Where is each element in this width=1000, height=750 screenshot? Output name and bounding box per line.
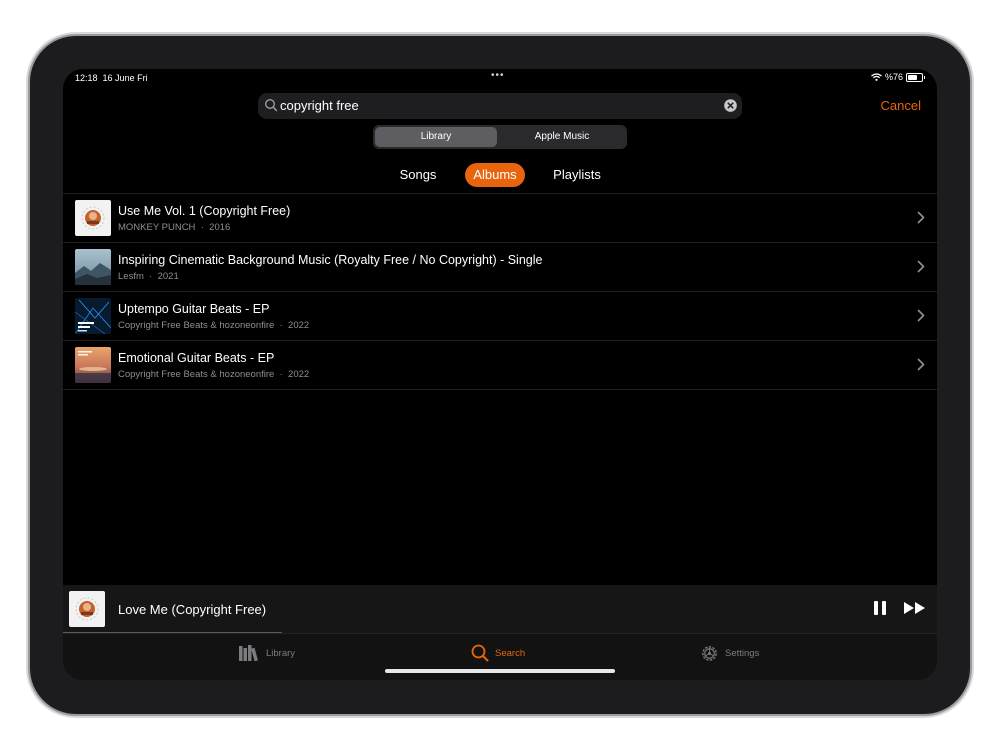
search-icon (471, 644, 489, 662)
tab-bar-library[interactable]: Library (238, 644, 295, 662)
cancel-button[interactable]: Cancel (881, 98, 921, 113)
album-art (75, 298, 111, 334)
screen: 12:18 16 June Fri ••• %76 copyright free… (63, 69, 937, 680)
chevron-right-icon (917, 309, 925, 322)
tab-playlists[interactable]: Playlists (543, 163, 611, 187)
segment-library[interactable]: Library (375, 127, 497, 147)
album-art (75, 347, 111, 383)
list-item[interactable]: Use Me Vol. 1 (Copyright Free) MONKEY PU… (63, 193, 937, 242)
album-title: Emotional Guitar Beats - EP (118, 351, 275, 365)
tab-songs[interactable]: Songs (389, 163, 447, 187)
album-title: Inspiring Cinematic Background Music (Ro… (118, 253, 543, 267)
list-item[interactable]: Inspiring Cinematic Background Music (Ro… (63, 242, 937, 291)
chevron-right-icon (917, 358, 925, 371)
search-icon (264, 98, 278, 112)
album-subtitle: Lesfm · 2021 (118, 271, 179, 282)
gear-icon (702, 646, 717, 661)
album-subtitle: MONKEY PUNCH · 2016 (118, 222, 231, 233)
tab-bar-library-label: Library (266, 647, 296, 659)
tab-bar-settings[interactable]: Settings (700, 644, 759, 663)
fast-forward-icon[interactable] (903, 601, 927, 615)
album-title: Uptempo Guitar Beats - EP (118, 302, 270, 316)
chevron-right-icon (917, 211, 925, 224)
list-item[interactable]: Uptempo Guitar Beats - EP Copyright Free… (63, 291, 937, 340)
pause-icon[interactable] (873, 600, 887, 616)
status-time: 12:18 16 June Fri (75, 73, 148, 83)
library-icon (239, 645, 258, 662)
tab-bar-settings-label: Settings (725, 648, 760, 659)
clear-icon[interactable] (724, 99, 737, 112)
search-input[interactable]: copyright free (280, 98, 359, 113)
album-list: Use Me Vol. 1 (Copyright Free) MONKEY PU… (63, 193, 937, 390)
tab-albums[interactable]: Albums (465, 163, 525, 187)
search-field[interactable]: copyright free (258, 93, 742, 119)
now-playing-title: Love Me (Copyright Free) (118, 602, 267, 617)
segment-apple-music[interactable]: Apple Music (499, 127, 625, 147)
now-playing-art (69, 591, 105, 627)
home-indicator[interactable] (385, 669, 615, 673)
mini-player[interactable]: Love Me (Copyright Free) (63, 585, 937, 633)
album-title: Use Me Vol. 1 (Copyright Free) (118, 204, 291, 218)
album-subtitle: Copyright Free Beats & hozoneonfire · 20… (118, 320, 310, 331)
list-item[interactable]: Emotional Guitar Beats - EP Copyright Fr… (63, 340, 937, 390)
tab-bar-search[interactable]: Search (471, 644, 525, 662)
album-subtitle: Copyright Free Beats & hozoneonfire · 20… (118, 369, 310, 380)
status-right: %76 (871, 72, 925, 82)
wifi-icon (871, 73, 882, 81)
battery-percentage: %76 (884, 72, 903, 82)
chevron-right-icon (917, 260, 925, 273)
multitasking-dots[interactable]: ••• (491, 70, 505, 81)
album-art (75, 249, 111, 285)
album-art (75, 200, 111, 236)
battery-icon (906, 72, 925, 82)
tab-bar-search-label: Search (495, 647, 526, 659)
source-segmented-control: Library Apple Music (373, 125, 627, 149)
